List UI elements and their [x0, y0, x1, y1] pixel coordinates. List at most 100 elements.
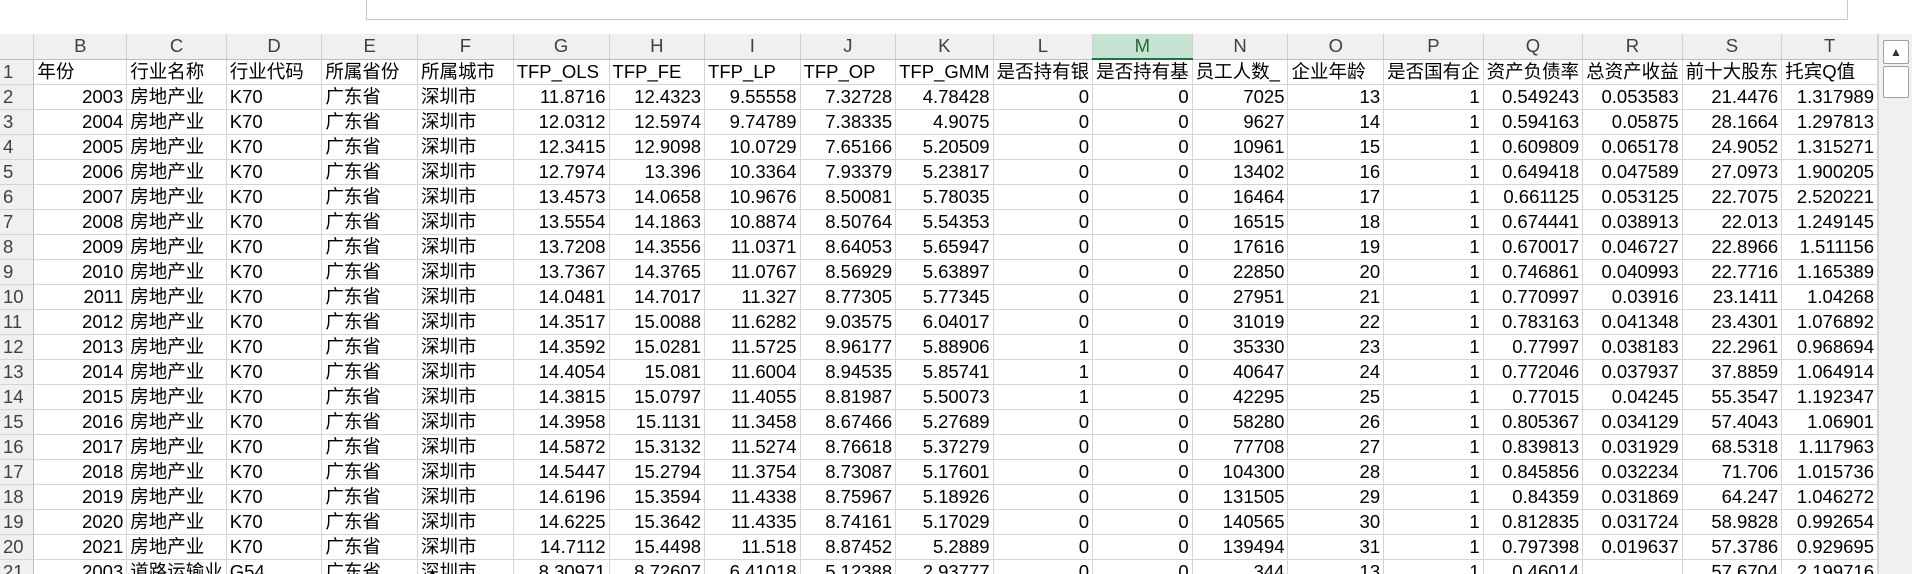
cell-e[interactable]: 广东省 [321, 359, 419, 385]
cell-h[interactable]: 15.3642 [609, 509, 706, 535]
cell-i[interactable]: 6.41018 [704, 559, 801, 574]
cell-d[interactable]: K70 [226, 159, 323, 185]
cell-k[interactable]: 4.78428 [895, 84, 994, 110]
cell-h[interactable]: 15.3132 [609, 434, 706, 460]
cell-j[interactable]: 7.65166 [800, 134, 897, 160]
cell-h[interactable]: 15.0088 [609, 309, 706, 335]
cell-k[interactable]: 4.9075 [895, 109, 994, 135]
cell-r[interactable]: 0.040993 [1582, 259, 1683, 285]
column-header-s[interactable]: S [1682, 34, 1783, 60]
cell-t[interactable]: 1.06901 [1781, 409, 1878, 435]
cell-s[interactable]: 57.3786 [1682, 534, 1783, 560]
cell-b[interactable]: 2020 [33, 509, 128, 535]
cell-r[interactable]: 0.053125 [1582, 184, 1683, 210]
cell-b[interactable]: 2011 [33, 284, 128, 310]
cell-m[interactable]: 0 [1092, 109, 1193, 135]
cell-t[interactable]: 1.315271 [1781, 134, 1878, 160]
cell-g[interactable]: 14.6196 [513, 484, 610, 510]
cell-i[interactable]: 11.5725 [704, 334, 801, 360]
cell-m[interactable]: 0 [1092, 559, 1193, 574]
cell-h[interactable]: 15.4498 [609, 534, 706, 560]
cell-q[interactable]: 0.812835 [1483, 509, 1584, 535]
cell-h[interactable]: 15.0281 [609, 334, 706, 360]
cell-m[interactable]: 0 [1092, 484, 1193, 510]
cell-r[interactable]: 0.031724 [1582, 509, 1683, 535]
cell-q[interactable]: 0.772046 [1483, 359, 1584, 385]
cell-r[interactable]: 0.031869 [1582, 484, 1683, 510]
cell-d[interactable]: 行业代码 [226, 59, 323, 85]
cell-n[interactable]: 344 [1192, 559, 1289, 574]
cell-d[interactable]: K70 [226, 359, 323, 385]
cell-e[interactable]: 广东省 [321, 184, 419, 210]
cell-t[interactable]: 2.520221 [1781, 184, 1878, 210]
column-header-t[interactable]: T [1781, 34, 1878, 60]
column-header-h[interactable]: H [609, 34, 706, 60]
column-header-l[interactable]: L [993, 34, 1094, 60]
cell-j[interactable]: 8.56929 [800, 259, 897, 285]
cell-c[interactable]: 房地产业 [126, 334, 227, 360]
cell-j[interactable]: 8.73087 [800, 459, 897, 485]
cell-c[interactable]: 房地产业 [126, 134, 227, 160]
cell-l[interactable]: 0 [993, 484, 1094, 510]
cell-l[interactable]: 0 [993, 84, 1094, 110]
cell-t[interactable]: 1.900205 [1781, 159, 1878, 185]
cell-d[interactable]: K70 [226, 459, 323, 485]
scroll-up-button[interactable]: ▲ [1883, 40, 1909, 64]
cell-d[interactable]: K70 [226, 209, 323, 235]
cell-k[interactable]: 5.2889 [895, 534, 994, 560]
cell-s[interactable]: 22.7075 [1682, 184, 1783, 210]
row-header[interactable]: 16 [0, 434, 35, 460]
cell-t[interactable]: 1.04268 [1781, 284, 1878, 310]
row-header[interactable]: 15 [0, 409, 35, 435]
cell-l[interactable]: 0 [993, 459, 1094, 485]
cell-i[interactable]: 11.6004 [704, 359, 801, 385]
cell-h[interactable]: 14.3765 [609, 259, 706, 285]
cell-b[interactable]: 2015 [33, 384, 128, 410]
cell-o[interactable]: 29 [1287, 484, 1385, 510]
cell-b[interactable]: 2016 [33, 409, 128, 435]
cell-s[interactable]: 64.247 [1682, 484, 1783, 510]
cell-i[interactable]: 11.3754 [704, 459, 801, 485]
cell-f[interactable]: 深圳市 [417, 309, 514, 335]
cell-k[interactable]: TFP_GMM [895, 59, 994, 85]
cell-k[interactable]: 5.18926 [895, 484, 994, 510]
cell-c[interactable]: 房地产业 [126, 534, 227, 560]
cell-i[interactable]: 9.55558 [704, 84, 801, 110]
cell-i[interactable]: 10.0729 [704, 134, 801, 160]
cell-b[interactable]: 2012 [33, 309, 128, 335]
column-header-i[interactable]: I [704, 34, 801, 60]
cell-d[interactable]: K70 [226, 284, 323, 310]
cell-c[interactable]: 房地产业 [126, 484, 227, 510]
cell-b[interactable]: 2009 [33, 234, 128, 260]
cell-j[interactable]: 8.76618 [800, 434, 897, 460]
cell-s[interactable]: 24.9052 [1682, 134, 1783, 160]
cell-k[interactable]: 5.65947 [895, 234, 994, 260]
cell-e[interactable]: 广东省 [321, 484, 419, 510]
cell-m[interactable]: 0 [1092, 509, 1193, 535]
cell-k[interactable]: 5.50073 [895, 384, 994, 410]
cell-j[interactable]: 8.50764 [800, 209, 897, 235]
cell-e[interactable]: 广东省 [321, 109, 419, 135]
cell-i[interactable]: 10.9676 [704, 184, 801, 210]
cell-r[interactable]: 0.065178 [1582, 134, 1683, 160]
scroll-thumb[interactable] [1883, 66, 1909, 98]
cell-i[interactable]: TFP_LP [704, 59, 801, 85]
cell-h[interactable]: 14.3556 [609, 234, 706, 260]
cell-r[interactable]: 0.05875 [1582, 109, 1683, 135]
cell-n[interactable]: 27951 [1192, 284, 1289, 310]
cell-c[interactable]: 房地产业 [126, 159, 227, 185]
cell-h[interactable]: 15.3594 [609, 484, 706, 510]
cell-f[interactable]: 深圳市 [417, 484, 514, 510]
cell-r[interactable]: 0.034129 [1582, 409, 1683, 435]
cell-t[interactable]: 1.249145 [1781, 209, 1878, 235]
cell-m[interactable]: 0 [1092, 259, 1193, 285]
cell-m[interactable]: 0 [1092, 409, 1193, 435]
cell-d[interactable]: K70 [226, 259, 323, 285]
cell-n[interactable]: 16515 [1192, 209, 1289, 235]
cell-m[interactable]: 0 [1092, 434, 1193, 460]
column-header-o[interactable]: O [1287, 34, 1385, 60]
cell-s[interactable]: 22.7716 [1682, 259, 1783, 285]
row-header[interactable]: 4 [0, 134, 35, 160]
cell-c[interactable]: 房地产业 [126, 434, 227, 460]
cell-j[interactable]: 8.96177 [800, 334, 897, 360]
